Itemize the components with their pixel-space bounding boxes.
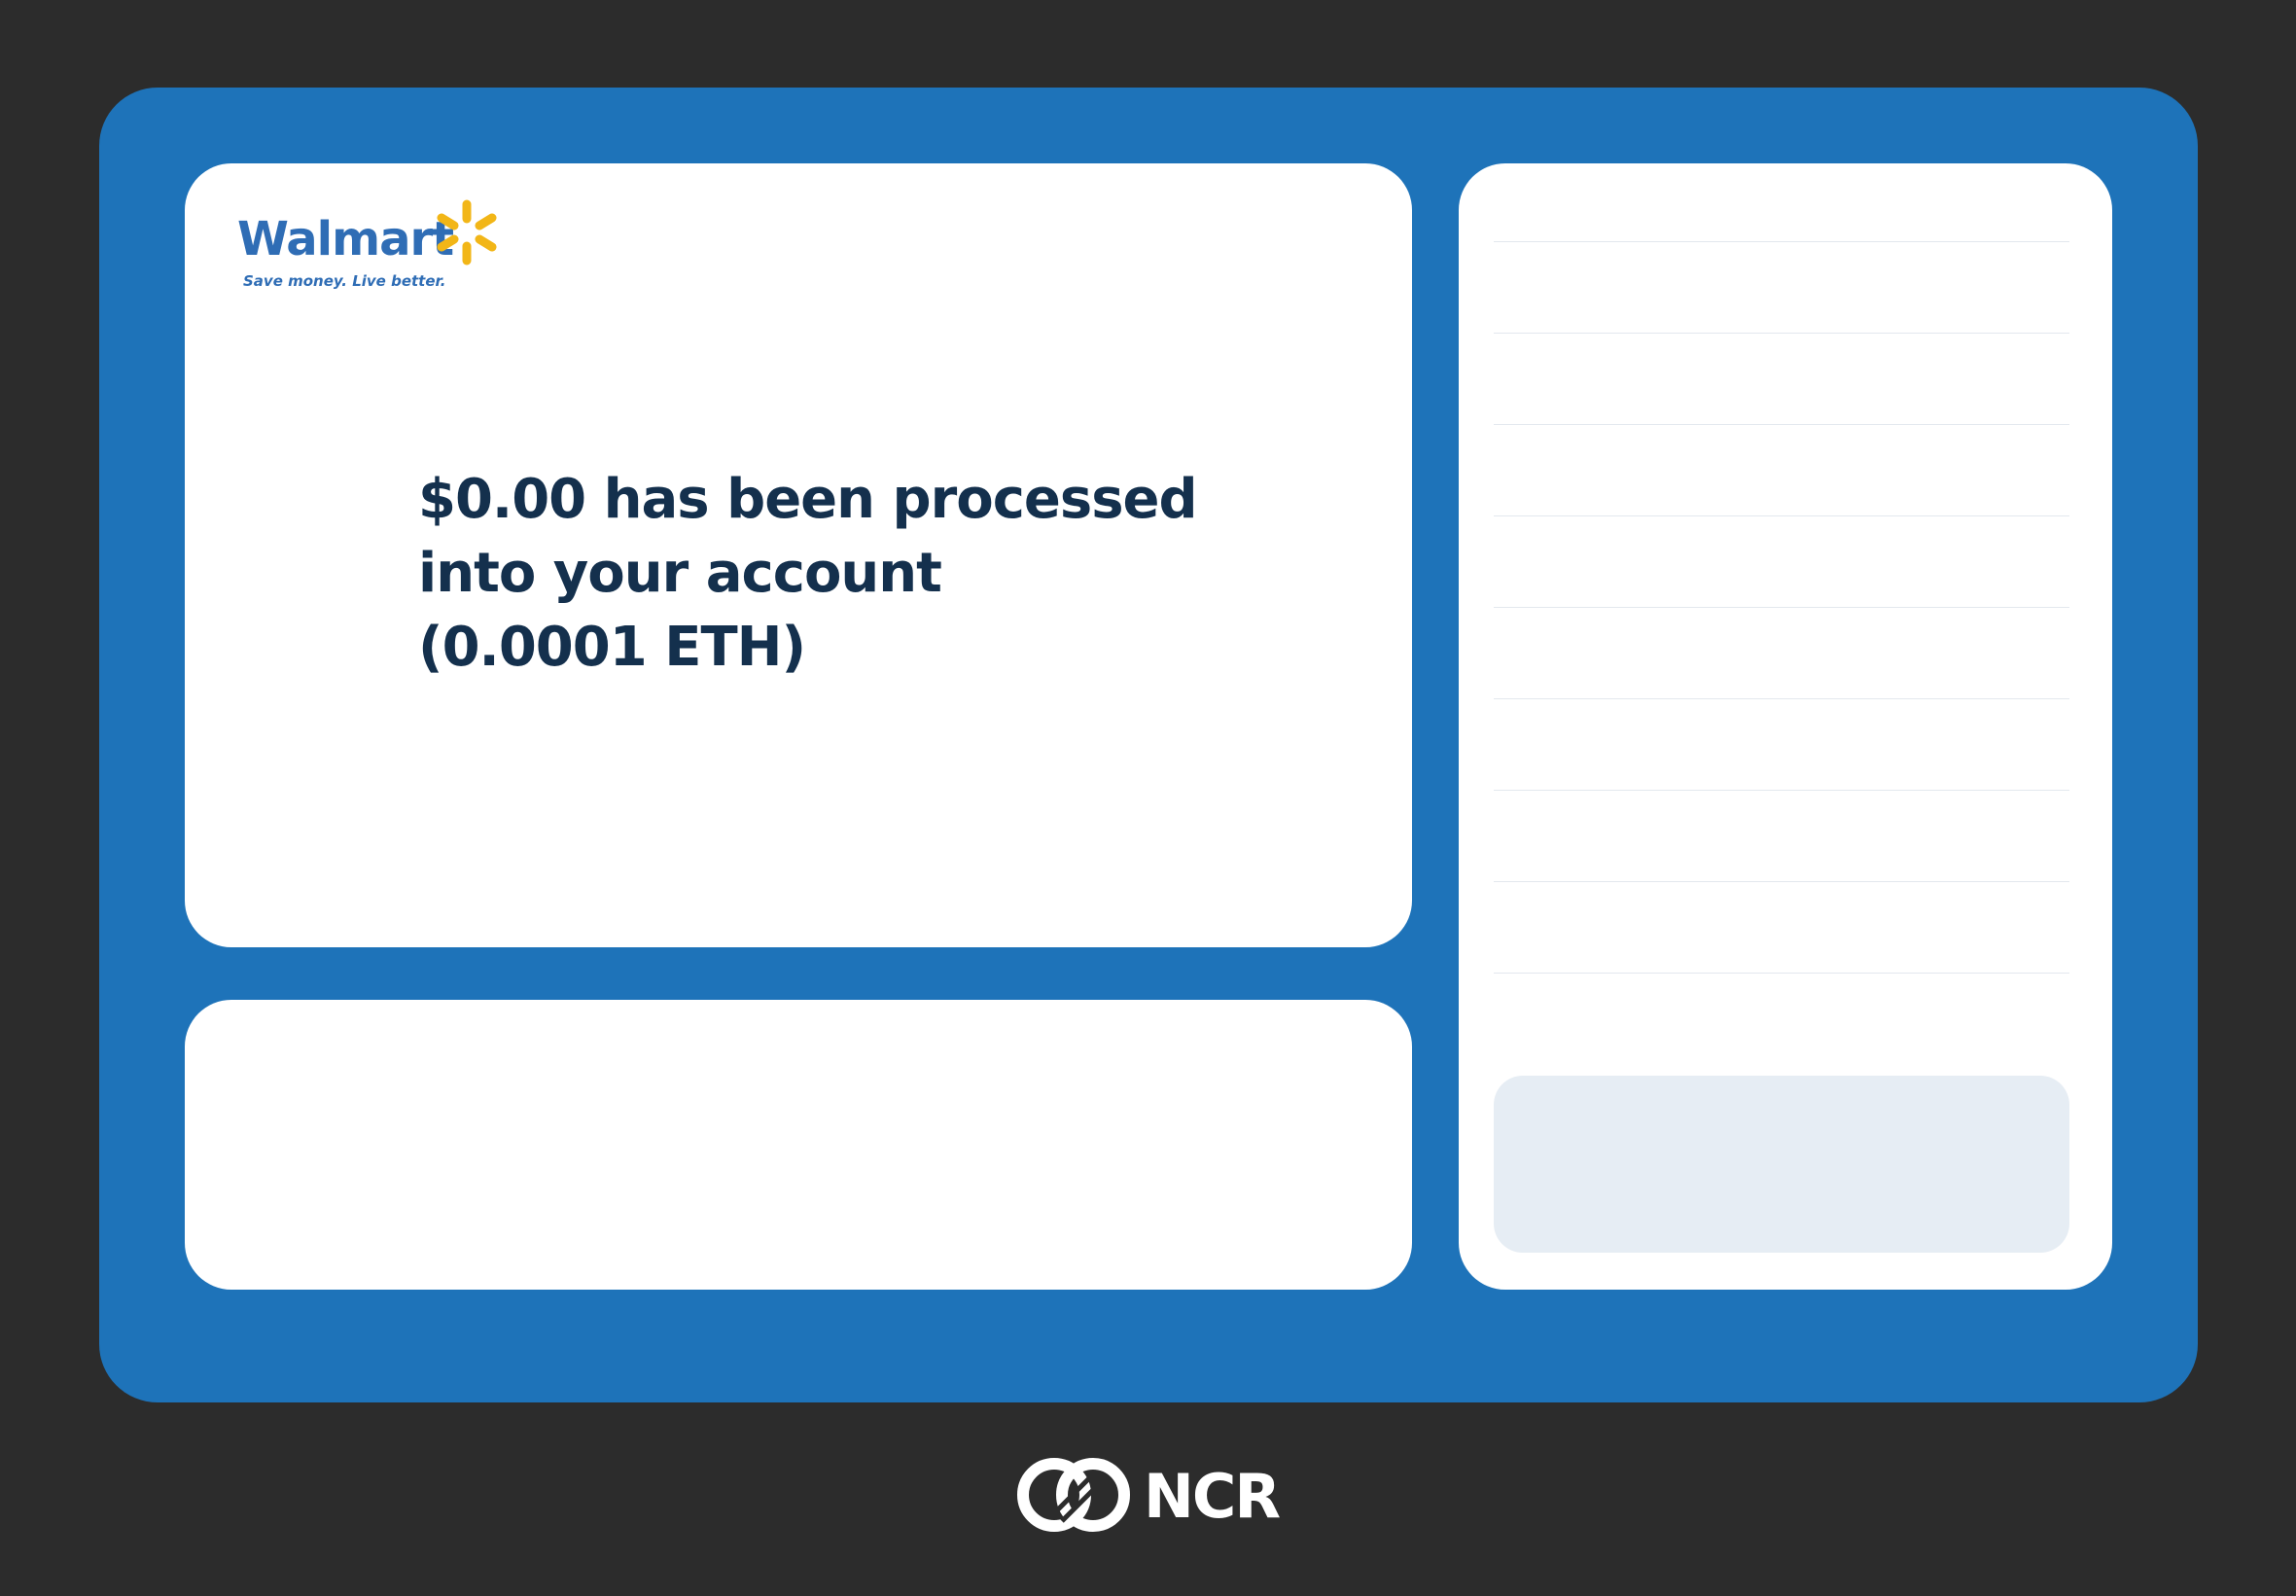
kiosk-screen: Walmart Save money. Live better. $0.00 h… [99, 88, 2198, 1402]
receipt-line [1494, 973, 2069, 1064]
ncr-wordmark: NCR [1144, 1461, 1281, 1532]
message-line-3: (0.0001 ETH) [418, 616, 806, 679]
main-panel: Walmart Save money. Live better. $0.00 h… [185, 163, 1412, 947]
ncr-logo: NCR [1013, 1453, 1286, 1537]
logo-wordmark: Walmart [237, 212, 454, 266]
status-message: $0.00 has been processed into your accou… [418, 463, 1293, 685]
receipt-lines [1494, 241, 2069, 1064]
receipt-line [1494, 515, 2069, 607]
receipt-line [1494, 333, 2069, 424]
ncr-icon [1017, 1458, 1130, 1532]
receipt-line [1494, 424, 2069, 515]
logo-tagline: Save money. Live better. [243, 272, 446, 290]
receipt-line [1494, 698, 2069, 790]
message-line-2: into your account [418, 542, 942, 605]
walmart-logo: Walmart Save money. Live better. [237, 198, 510, 290]
receipt-panel [1459, 163, 2112, 1290]
action-panel [185, 1000, 1412, 1290]
message-line-1: $0.00 has been processed [418, 468, 1198, 531]
spark-icon [437, 199, 497, 266]
receipt-line [1494, 790, 2069, 881]
total-box [1494, 1076, 2069, 1253]
receipt-line [1494, 607, 2069, 698]
receipt-line [1494, 881, 2069, 973]
receipt-line [1494, 241, 2069, 333]
